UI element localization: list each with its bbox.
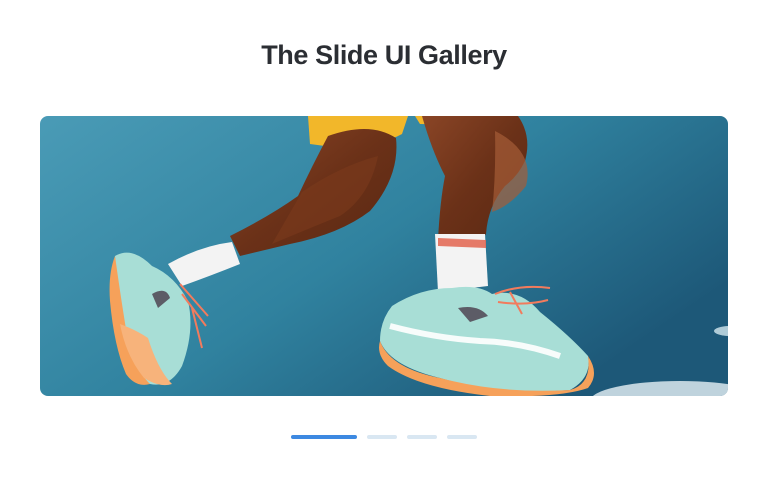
pagination-dot-1[interactable] [291, 435, 357, 439]
pagination-dot-2[interactable] [367, 435, 397, 439]
page-title: The Slide UI Gallery [261, 40, 507, 70]
gallery-page: The Slide UI Gallery [0, 0, 768, 480]
pagination-dot-3[interactable] [407, 435, 437, 439]
slider-pagination [291, 435, 477, 439]
slide-image [40, 116, 728, 396]
image-slider[interactable] [40, 116, 728, 396]
pagination-dot-4[interactable] [447, 435, 477, 439]
